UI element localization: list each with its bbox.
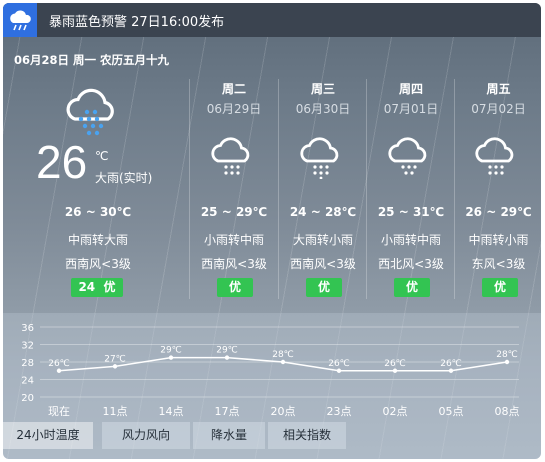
forecast-day-1[interactable]: 周二 06月29日 25 ~ 29℃ 小雨转中雨 西南风<3级 优: [191, 73, 277, 303]
y-tick-label: 20: [21, 393, 34, 404]
x-tick-label: 17点: [215, 405, 240, 418]
y-tick-label: 36: [21, 323, 34, 334]
data-label: 28℃: [496, 350, 518, 360]
forecast-day-4[interactable]: 周五 07月02日 26 ~ 29℃ 中雨转小雨 东风<3级 优: [456, 73, 541, 303]
temperature-line-chart: 20 24 28 32 36 26℃ 现在 27℃ 11点 29℃ 14点 29℃ 17点 28℃ 20点 2…: [21, 323, 520, 418]
day-date: 06月30日: [295, 102, 351, 116]
divider: [366, 79, 367, 299]
tab-indices[interactable]: 相关指数: [268, 422, 346, 449]
day-weather: 中雨转小雨: [468, 233, 529, 247]
alert-text[interactable]: 暴雨蓝色预警 27日16:00发布: [49, 11, 224, 30]
day-name: 周四: [398, 82, 423, 96]
x-tick-label: 23点: [327, 405, 352, 418]
today-details: 26 ~ 30℃ 中雨转大雨 西南风<3级 24 优: [13, 73, 183, 303]
rain-cloud-icon: [472, 131, 524, 183]
data-label: 29℃: [216, 346, 238, 356]
storm-cloud-icon: [3, 3, 37, 37]
aqi-value: 24: [78, 280, 96, 294]
x-tick-label: 现在: [48, 405, 70, 418]
day-name: 周三: [310, 82, 335, 96]
weather-widget: 暴雨蓝色预警 27日16:00发布 06月28日 周一 农历五月十九 26 ℃ …: [3, 3, 541, 459]
day-date: 07月01日: [383, 102, 439, 116]
y-tick-label: 28: [21, 358, 34, 369]
temperature-point[interactable]: [56, 368, 62, 373]
x-tick-label: 14点: [159, 405, 184, 418]
day-wind: 西南风<3级: [290, 257, 356, 271]
data-label: 28℃: [272, 350, 294, 360]
temperature-point[interactable]: [280, 359, 286, 365]
day-date: 06月29日: [206, 102, 262, 116]
day-name: 周二: [221, 82, 246, 96]
forecast-day-2[interactable]: 周三 06月30日 24 ~ 28℃ 大雨转小雨 西南风<3级 优: [280, 73, 366, 303]
y-tick-label: 32: [21, 341, 34, 352]
day-date: 07月02日: [471, 102, 526, 116]
day-weather: 小雨转中雨: [380, 233, 441, 247]
rain-cloud-icon: [385, 131, 437, 183]
tab-wind[interactable]: 风力风向: [102, 422, 190, 449]
tab-precipitation[interactable]: 降水量: [193, 422, 265, 449]
day-aqi-badge: 优: [306, 278, 342, 297]
x-tick-label: 11点: [103, 405, 128, 418]
data-label: 29℃: [160, 346, 182, 356]
rain-cloud-icon: [208, 131, 260, 183]
day-weather: 大雨转小雨: [292, 233, 353, 247]
day-name: 周五: [486, 82, 511, 96]
aqi-label: 优: [103, 280, 116, 294]
temperature-point[interactable]: [448, 368, 454, 373]
day-aqi-badge: 优: [217, 278, 253, 297]
data-label: 26℃: [440, 359, 462, 369]
chart-tabs: 24小时温度 风力风向 降水量 相关指数: [3, 422, 353, 449]
day-wind: 西南风<3级: [201, 257, 267, 271]
day-temp-range: 26 ~ 29℃: [465, 205, 532, 219]
x-tick-label: 20点: [271, 405, 296, 418]
x-tick-label: 02点: [383, 405, 408, 418]
x-tick-label: 05点: [439, 405, 464, 418]
day-temp-range: 25 ~ 29℃: [200, 205, 268, 219]
day-wind: 东风<3级: [471, 257, 526, 271]
temperature-point[interactable]: [504, 359, 510, 365]
temperature-point[interactable]: [392, 368, 398, 373]
day-temp-range: 24 ~ 28℃: [289, 205, 357, 219]
day-aqi-badge: 优: [394, 278, 430, 297]
alert-bar[interactable]: 暴雨蓝色预警 27日16:00发布: [3, 3, 541, 37]
temperature-point[interactable]: [224, 355, 230, 360]
today-aqi-badge[interactable]: 24 优: [71, 278, 123, 297]
data-label: 26℃: [384, 359, 406, 369]
today-temp-range: 26 ~ 30℃: [64, 205, 132, 219]
y-tick-label: 24: [21, 376, 34, 387]
forecast-day-3[interactable]: 周四 07月01日 25 ~ 31℃ 小雨转中雨 西北风<3级 优: [368, 73, 454, 303]
today-date: 06月28日 周一 农历五月十九: [14, 53, 170, 67]
x-tick-label: 08点: [495, 405, 520, 418]
rain-cloud-icon: [297, 131, 349, 183]
data-label: 27℃: [104, 354, 126, 364]
data-label: 26℃: [48, 359, 70, 369]
day-aqi-badge: 优: [482, 278, 518, 297]
divider: [189, 79, 190, 299]
day-temp-range: 25 ~ 31℃: [377, 205, 445, 219]
divider: [454, 79, 455, 299]
day-weather: 小雨转中雨: [203, 233, 264, 247]
day-wind: 西北风<3级: [378, 257, 444, 271]
data-label: 26℃: [328, 359, 350, 369]
today-weather: 中雨转大雨: [67, 233, 128, 247]
divider: [278, 79, 279, 299]
temperature-point[interactable]: [336, 368, 342, 373]
tab-24h-temperature[interactable]: 24小时温度: [3, 422, 93, 449]
today-wind: 西南风<3级: [65, 257, 131, 271]
temperature-point[interactable]: [168, 355, 174, 360]
temperature-point[interactable]: [112, 364, 118, 369]
